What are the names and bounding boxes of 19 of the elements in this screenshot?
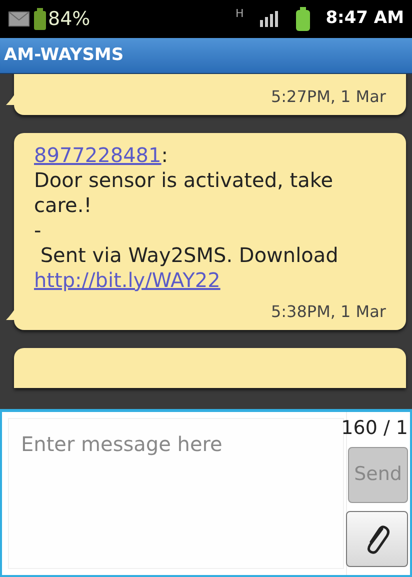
network-type: H: [235, 6, 244, 22]
message-text: -: [34, 218, 42, 243]
signal-icon: [260, 11, 280, 27]
character-counter: 160 / 1: [341, 416, 408, 441]
battery-icon: [34, 8, 46, 30]
attach-button[interactable]: [346, 510, 408, 566]
mail-icon: [8, 11, 30, 27]
phone-number-link[interactable]: 8977228481: [34, 143, 162, 167]
message-text: Door sensor is activated, take care.!: [34, 168, 334, 218]
clock: 8:47 AM: [326, 7, 404, 30]
colon: :: [161, 143, 168, 167]
battery-percentage: 84%: [48, 6, 90, 32]
message-time: 5:27PM, 1 Mar: [270, 86, 386, 108]
conversation-title: AM-WAYSMS: [4, 44, 124, 67]
message-text: Sent via Way2SMS. Download: [39, 243, 340, 268]
url-link[interactable]: http://bit.ly/WAY22: [34, 268, 220, 292]
message-input[interactable]: Enter message here: [9, 419, 343, 568]
message-time: 5:38PM, 1 Mar: [270, 301, 386, 323]
battery-icon: [296, 7, 310, 31]
